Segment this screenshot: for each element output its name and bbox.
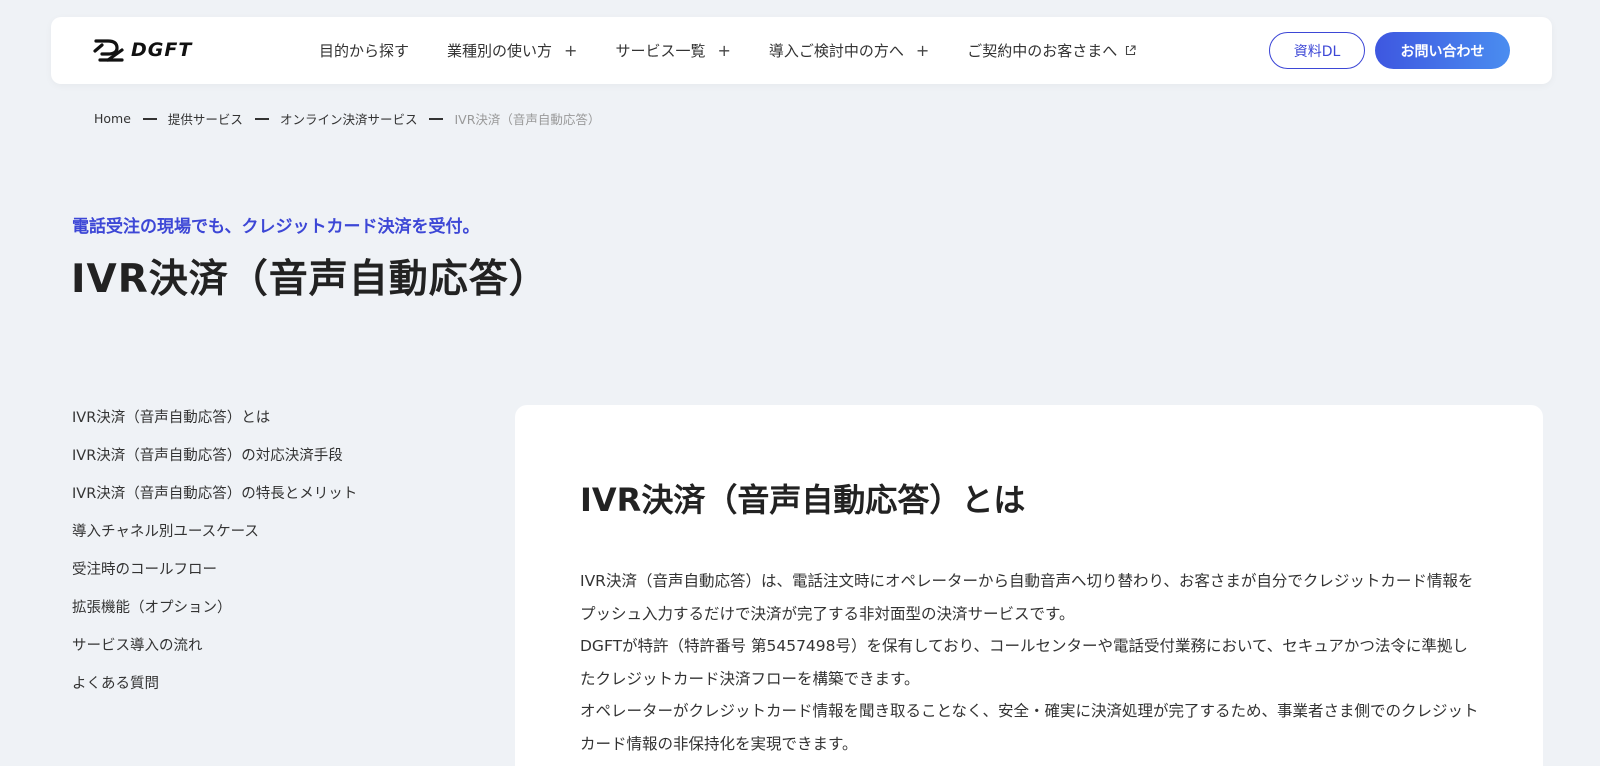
toc-item-onboarding[interactable]: サービス導入の流れ [72,635,452,673]
download-materials-button[interactable]: 資料DL [1269,32,1365,69]
breadcrumb-current: IVR決済（音声自動応答） [454,112,601,127]
page-title: IVR決済（音声自動応答） [71,257,549,302]
contact-button[interactable]: お問い合わせ [1375,32,1510,69]
plus-icon: + [564,41,578,60]
breadcrumb-separator [254,117,269,120]
nav-label: 導入ご検討中の方へ [768,42,904,60]
dgft-logo[interactable]: DGFT [93,37,192,63]
toc-item-features[interactable]: IVR決済（音声自動応答）の特長とメリット [72,483,452,521]
content-card: IVR決済（音声自動応答）とは IVR決済（音声自動応答）は、電話注文時にオペレ… [515,405,1543,766]
breadcrumb-separator [142,117,157,120]
breadcrumb-online-payment[interactable]: オンライン決済サービス [280,109,418,128]
breadcrumb: Home 提供サービス オンライン決済サービス IVR決済（音声自動応答） [94,109,600,128]
section-paragraph: IVR決済（音声自動応答）は、電話注文時にオペレーターから自動音声へ切り替わり、… [580,572,1474,623]
section-paragraph: オペレーターがクレジットカード情報を聞き取ることなく、安全・確実に決済処理が完了… [580,702,1479,753]
nav-item-customers[interactable]: ご契約中のお客さまへ [967,40,1136,61]
toc-item-about[interactable]: IVR決済（音声自動応答）とは [72,407,452,445]
section-body: IVR決済（音声自動応答）は、電話注文時にオペレーターから自動音声へ切り替わり、… [580,565,1480,760]
nav-item-considering[interactable]: 導入ご検討中の方へ + [769,40,929,61]
toc-item-call-flow[interactable]: 受注時のコールフロー [72,559,452,597]
nav-label: 目的から探す [319,42,410,60]
main-nav: 目的から探す 業種別の使い方 + サービス一覧 + 導入ご検討中の方へ + ご契… [319,17,1174,84]
breadcrumb-services[interactable]: 提供サービス [168,109,243,128]
section-title: IVR決済（音声自動応答）とは [580,481,1026,519]
breadcrumb-separator [429,117,444,120]
section-paragraph: DGFTが特許（特許番号 第5457498号）を保有しており、コールセンターや電… [580,637,1468,688]
external-link-icon [1126,45,1136,56]
toc-item-use-cases[interactable]: 導入チャネル別ユースケース [72,521,452,559]
toc-item-faq[interactable]: よくある質問 [72,673,452,711]
page-kicker: 電話受注の現場でも、クレジットカード決済を受付。 [72,217,480,237]
nav-item-purpose[interactable]: 目的から探す [319,40,409,61]
breadcrumb-home[interactable]: Home [94,111,131,126]
nav-item-industry[interactable]: 業種別の使い方 + [447,40,577,61]
nav-item-services[interactable]: サービス一覧 + [615,40,730,61]
dgft-logo-mark-icon [93,39,124,62]
nav-label: サービス一覧 [615,42,706,60]
nav-label: 業種別の使い方 [447,42,553,60]
toc-item-options[interactable]: 拡張機能（オプション） [72,597,452,635]
plus-icon: + [717,41,731,60]
toc-item-payment-methods[interactable]: IVR決済（音声自動応答）の対応決済手段 [72,445,452,483]
nav-label: ご契約中のお客さまへ [967,42,1118,60]
plus-icon: + [915,41,930,60]
site-header: DGFT 目的から探す 業種別の使い方 + サービス一覧 + 導入ご検討中の方へ… [51,17,1552,84]
logo-text: DGFT [131,39,193,61]
table-of-contents: IVR決済（音声自動応答）とは IVR決済（音声自動応答）の対応決済手段 IVR… [72,407,452,711]
